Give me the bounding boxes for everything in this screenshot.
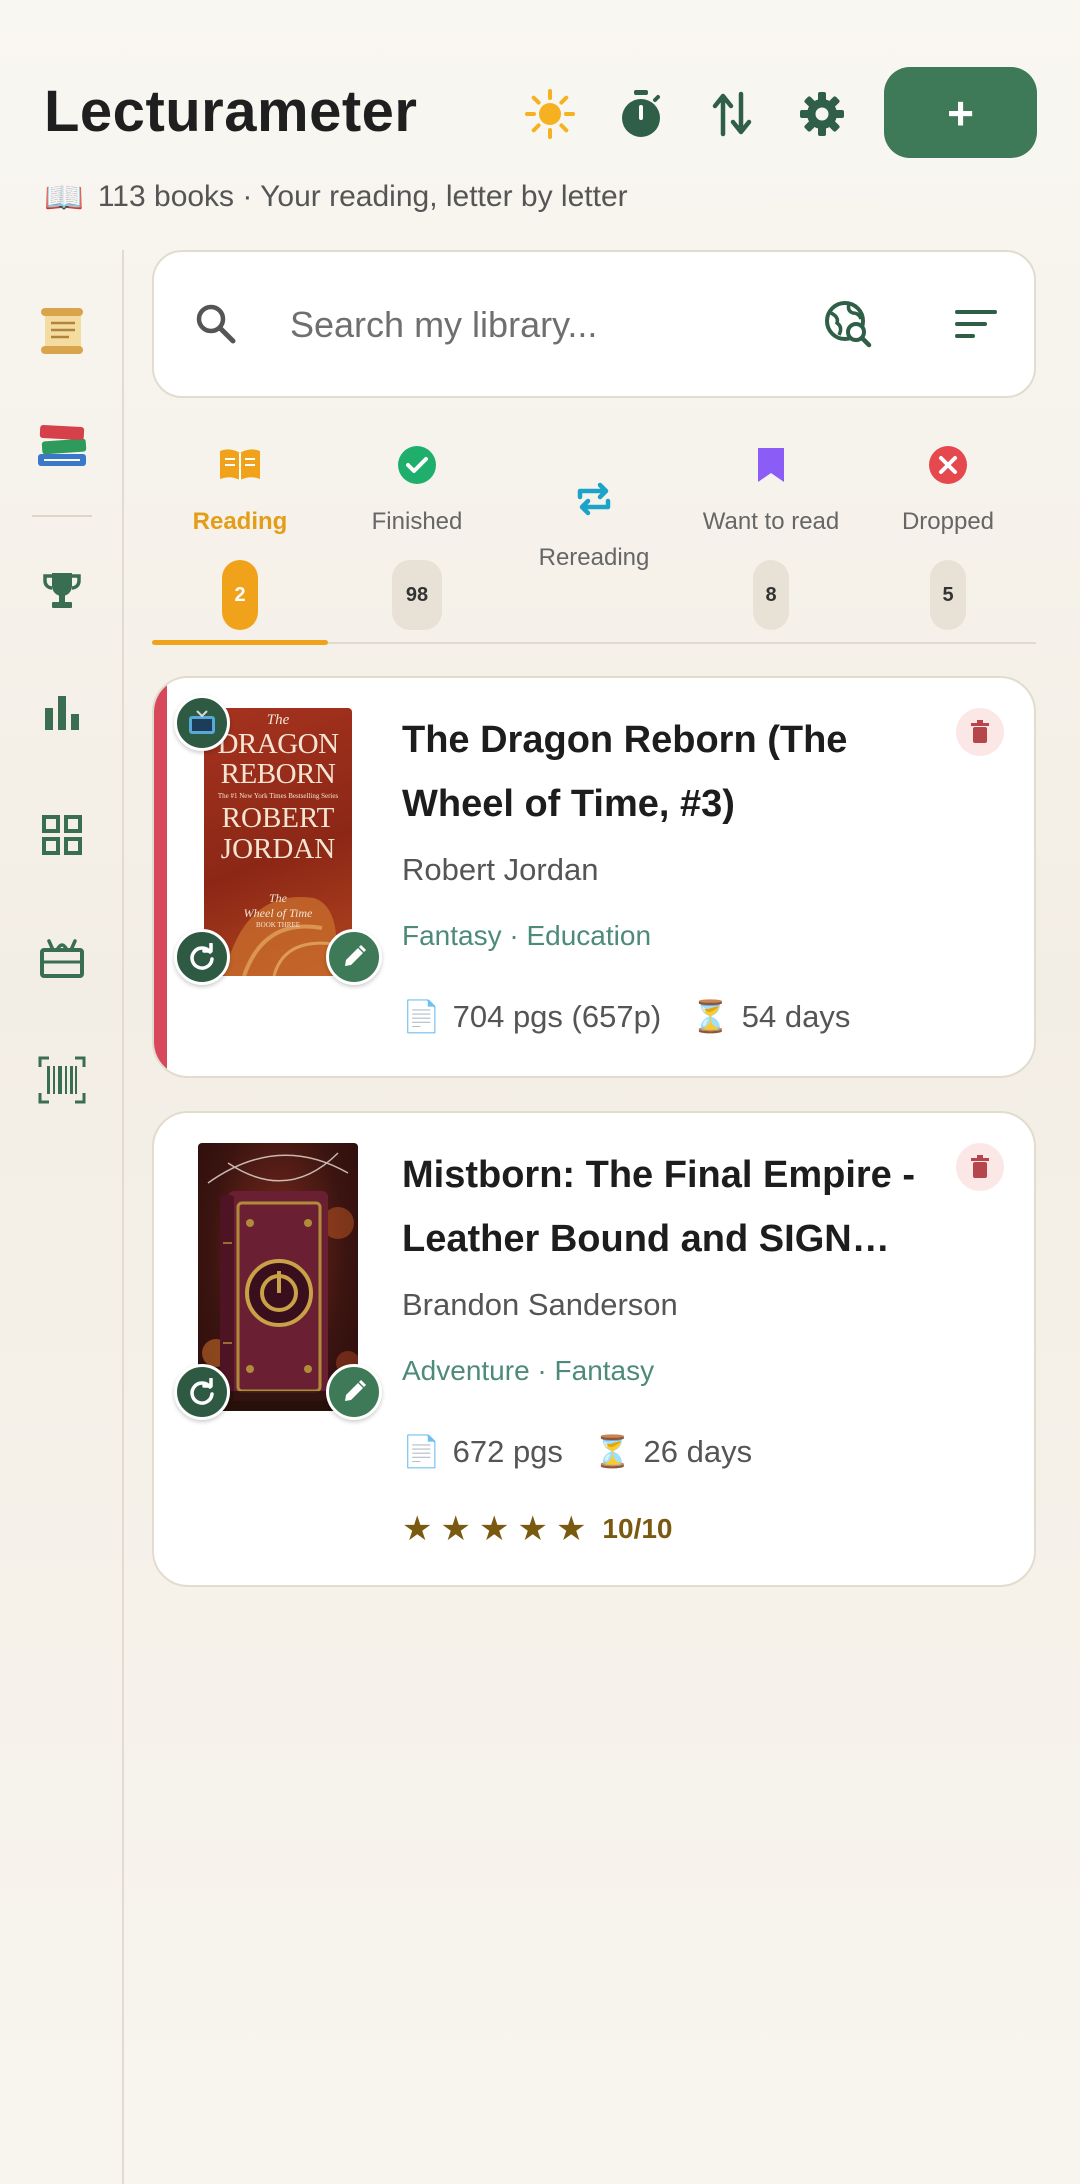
star-icon: ★ <box>555 1510 587 1548</box>
book-pages: 704 pgs (657p) <box>452 998 662 1034</box>
tab-finished-count: 98 <box>392 560 442 630</box>
sidebar-nav <box>0 250 124 2184</box>
tab-finished[interactable]: Finished 98 <box>329 420 505 642</box>
check-circle-icon <box>329 442 505 488</box>
star-icon: ★ <box>517 1510 548 1548</box>
book-pages: 672 pgs <box>452 1433 563 1469</box>
book-days: 54 days <box>741 998 851 1034</box>
star-icon: ★ <box>478 1510 510 1548</box>
delete-button[interactable] <box>956 1143 1004 1191</box>
library-subtitle: 📖 113 books · Your reading, letter by le… <box>44 178 628 216</box>
tab-finished-label: Finished <box>371 508 463 535</box>
status-tabs: Reading 2 Finished 98 Rereading Want to … <box>152 420 1036 645</box>
tab-want-to-read-label: Want to read <box>702 508 840 535</box>
book-genres: Adventure · Fantasy <box>402 1355 655 1386</box>
timer-icon[interactable] <box>609 82 673 146</box>
cover-author-line2: JORDAN <box>220 833 336 865</box>
book-card[interactable]: The DRAGON REBORN The #1 New York Times … <box>152 676 1036 1078</box>
delete-button[interactable] <box>956 708 1004 756</box>
tab-want-to-read-count: 8 <box>753 560 789 630</box>
tab-reading[interactable]: Reading 2 <box>152 420 328 645</box>
repeat-icon <box>506 476 682 522</box>
reread-button[interactable] <box>174 929 230 985</box>
book-title[interactable]: The Dragon Reborn (The Wheel of Time, #3… <box>402 708 962 836</box>
active-tab-indicator <box>152 640 328 645</box>
star-icon: ★ <box>440 1510 471 1548</box>
web-search-icon[interactable] <box>816 292 880 356</box>
tv-icon <box>174 695 230 751</box>
bookmark-icon <box>683 442 859 488</box>
book-genres: Fantasy · Education <box>402 920 652 951</box>
sun-icon[interactable] <box>518 82 582 146</box>
book-rating: ★ ★ ★ ★ ★ 10/10 <box>402 1509 673 1549</box>
book-days: 26 days <box>643 1433 753 1469</box>
app-header: Lecturameter 📖 113 books · Your reading,… <box>0 0 1080 250</box>
sidebar-divider <box>32 515 92 517</box>
tab-rereading[interactable]: Rereading <box>506 420 682 642</box>
barcode-icon[interactable] <box>22 1040 102 1120</box>
cover-series-line1: The <box>269 891 287 905</box>
tab-rereading-label: Rereading <box>538 544 650 571</box>
edit-button[interactable] <box>326 929 382 985</box>
tab-reading-label: Reading <box>192 508 288 535</box>
cover-book-number: BOOK THREE <box>255 921 300 929</box>
book-author: Robert Jordan <box>402 852 599 887</box>
add-book-button[interactable]: + <box>884 67 1037 158</box>
subtitle-text: 113 books · Your reading, letter by lett… <box>97 180 628 213</box>
star-icon: ★ <box>402 1510 433 1548</box>
tab-dropped-label: Dropped <box>901 508 995 535</box>
trophy-icon[interactable] <box>22 550 102 630</box>
hourglass-icon: ⏳ <box>592 1434 632 1469</box>
page-icon: 📄 <box>402 999 441 1034</box>
cover-author-line1: ROBERT <box>221 802 335 834</box>
tab-dropped[interactable]: Dropped 5 <box>860 420 1036 642</box>
book-author: Brandon Sanderson <box>402 1287 678 1322</box>
book-card[interactable]: Mistborn: The Final Empire - Leather Bou… <box>152 1111 1036 1587</box>
search-bar[interactable] <box>152 250 1036 398</box>
book-cover[interactable]: The DRAGON REBORN The #1 New York Times … <box>204 708 352 976</box>
open-book-emoji-icon: 📖 <box>44 179 84 215</box>
book-title[interactable]: Mistborn: The Final Empire - Leather Bou… <box>402 1143 962 1271</box>
search-icon[interactable] <box>184 292 248 356</box>
cover-tagline: The #1 New York Times Bestselling Series <box>217 792 339 800</box>
rating-value: 10/10 <box>602 1513 673 1544</box>
edit-button[interactable] <box>326 1364 382 1420</box>
app-title: Lecturameter <box>44 79 418 144</box>
open-book-icon <box>152 442 328 488</box>
scroll-icon[interactable] <box>22 290 102 370</box>
ticket-icon[interactable] <box>22 918 102 998</box>
cover-series-line2: Wheel of Time <box>243 906 313 920</box>
books-stack-icon[interactable] <box>22 405 102 485</box>
cover-title-line2: REBORN <box>220 758 336 790</box>
sort-icon[interactable] <box>944 292 1008 356</box>
book-meta: 📄 672 pgs ⏳ 26 days <box>402 1433 752 1470</box>
bar-chart-icon[interactable] <box>22 672 102 752</box>
swap-vertical-icon[interactable] <box>700 82 764 146</box>
search-input[interactable] <box>290 298 810 352</box>
tab-dropped-count: 5 <box>930 560 966 630</box>
grid-icon[interactable] <box>22 795 102 875</box>
hourglass-icon: ⏳ <box>691 999 730 1034</box>
page-icon: 📄 <box>402 1434 441 1469</box>
gear-icon[interactable] <box>790 82 854 146</box>
reread-button[interactable] <box>174 1364 230 1420</box>
tab-want-to-read[interactable]: Want to read 8 <box>683 420 859 642</box>
reading-accent-bar <box>154 678 167 1076</box>
x-circle-icon <box>860 442 1036 488</box>
tab-reading-count: 2 <box>222 560 258 630</box>
book-meta: 📄 704 pgs (657p) ⏳ 54 days <box>402 998 850 1035</box>
